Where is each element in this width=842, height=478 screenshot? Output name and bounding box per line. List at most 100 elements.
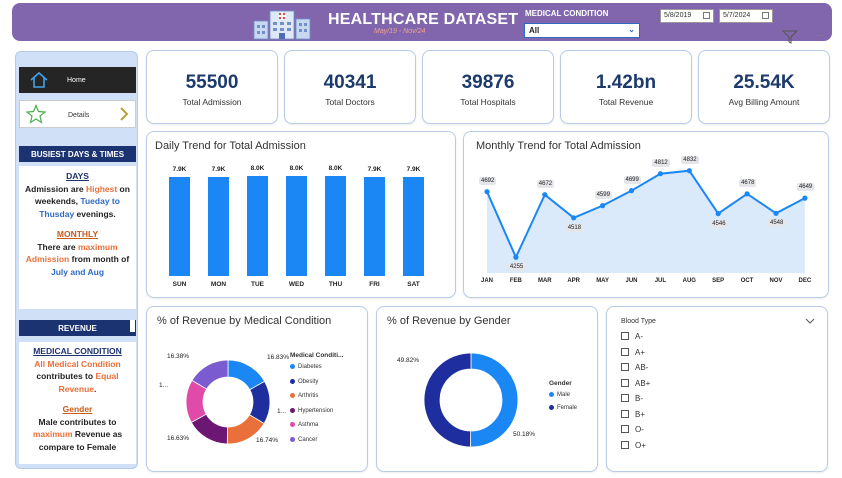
calendar-icon bbox=[762, 12, 769, 19]
legend-item-female: Female bbox=[549, 405, 577, 411]
kpi-label: Total Revenue bbox=[598, 97, 654, 107]
days-text-2: Highest bbox=[86, 183, 118, 194]
monthly-trend-panel[interactable]: Monthly Trend for Total Admission 4692 JA… bbox=[463, 131, 829, 298]
filter-icon[interactable] bbox=[782, 30, 798, 44]
chevron-down-icon[interactable] bbox=[805, 317, 815, 325]
blood-type-option[interactable]: B- bbox=[621, 394, 643, 403]
mc-text-1: All Medical Condition bbox=[34, 358, 121, 369]
kpi-label: Total Hospitals bbox=[460, 97, 516, 107]
point-value-label: 4599 bbox=[594, 190, 612, 199]
daily-trend-panel[interactable]: Daily Trend for Total Admission 7.9K SUN 7… bbox=[146, 131, 456, 298]
day-axis-label: THU bbox=[328, 281, 343, 288]
gender-heading: Gender bbox=[62, 404, 93, 414]
legend-dot-icon bbox=[290, 378, 295, 384]
month-axis-label: SEP bbox=[712, 278, 725, 284]
blood-type-option[interactable]: O+ bbox=[621, 440, 646, 450]
kpi-total-hospitals: 39876 Total Hospitals bbox=[422, 50, 554, 124]
more-options-icon[interactable]: ··· bbox=[812, 30, 825, 41]
point-value-label: 4255 bbox=[507, 263, 526, 272]
blood-type-option[interactable]: A+ bbox=[621, 347, 645, 357]
start-date-input[interactable]: 5/8/2019 bbox=[660, 9, 714, 23]
bar-thu bbox=[325, 175, 346, 276]
point-value-label: 4832 bbox=[681, 155, 699, 164]
checkbox-icon bbox=[621, 425, 629, 433]
revenue-panel: MEDICAL CONDITION All Medical Condition … bbox=[19, 342, 136, 464]
days-text-5: evenings. bbox=[76, 208, 116, 219]
end-date-input[interactable]: 5/7/2024 bbox=[719, 9, 773, 23]
point-aug bbox=[686, 168, 692, 174]
medical-condition-dropdown[interactable]: All ⌄ bbox=[524, 23, 640, 38]
busiest-days-header: BUSIEST DAYS & TIMES bbox=[19, 146, 136, 162]
legend-label: Obesity bbox=[298, 378, 319, 385]
hospital-building-icon bbox=[253, 10, 311, 40]
kpi-label: Total Doctors bbox=[325, 97, 375, 107]
revenue-gender-panel[interactable]: % of Revenue by Gender 49.82% 50.18% Gen… bbox=[376, 306, 598, 472]
bar-data-label: 8.0K bbox=[250, 164, 265, 172]
legend-dot-icon bbox=[290, 436, 295, 442]
blood-type-option[interactable]: O- bbox=[621, 425, 644, 434]
blood-type-option[interactable]: AB- bbox=[621, 363, 648, 372]
days-text-1: Admission are bbox=[25, 183, 84, 194]
medical-condition-value: All bbox=[529, 26, 540, 35]
legend-dot-icon bbox=[549, 405, 554, 410]
point-oct bbox=[744, 191, 750, 197]
point-jan bbox=[484, 189, 490, 195]
bar-mon bbox=[208, 176, 229, 276]
blood-type-title: Blood Type bbox=[621, 318, 656, 325]
slice-female bbox=[423, 352, 472, 448]
blood-type-slicer[interactable]: Blood Type A- A+ AB- AB+ B- B+ O- O+ bbox=[606, 306, 828, 472]
kpi-value: 55500 bbox=[185, 72, 239, 93]
month-axis-label: JUL bbox=[654, 278, 667, 284]
month-axis-label: JUN bbox=[625, 278, 638, 284]
start-date-value: 5/8/2019 bbox=[664, 12, 692, 19]
slice-label-hypertension: 16.63% bbox=[167, 435, 190, 442]
point-nov bbox=[773, 210, 779, 216]
month-axis-label: OCT bbox=[740, 278, 754, 284]
month-axis-label: JAN bbox=[480, 278, 493, 284]
slice-label-cancer: 16.38% bbox=[167, 353, 190, 360]
point-apr bbox=[571, 215, 577, 221]
legend-label: Cancer bbox=[298, 436, 318, 443]
mc-text-2: contributes to bbox=[36, 371, 94, 381]
legend-item-obesity: Obesity bbox=[290, 378, 319, 385]
busiest-days-panel: DAYS Admission are Highest on weekends, … bbox=[19, 166, 136, 309]
blood-type-option[interactable]: B+ bbox=[621, 409, 645, 419]
home-icon bbox=[30, 71, 48, 88]
medical-condition-label: MEDICAL CONDITION bbox=[525, 9, 609, 18]
sidebar: Home Details BUSIEST DAYS & TIMES DAYS A… bbox=[15, 51, 138, 469]
bar-wed bbox=[286, 175, 307, 276]
mc-heading: MEDICAL CONDITION bbox=[33, 346, 122, 356]
legend-dot-icon bbox=[549, 392, 554, 397]
legend-label: Diabetes bbox=[298, 364, 322, 371]
point-mar bbox=[542, 192, 548, 198]
nav-details-button[interactable]: Details bbox=[19, 100, 136, 128]
scrollbar-thumb[interactable] bbox=[130, 320, 135, 332]
month-axis-label: APR bbox=[567, 278, 581, 284]
checkbox-icon bbox=[621, 347, 629, 356]
checkbox-icon bbox=[621, 378, 629, 387]
point-value-label: 4546 bbox=[710, 219, 728, 228]
blood-type-option[interactable]: AB+ bbox=[621, 378, 651, 388]
kpi-value: 39876 bbox=[461, 72, 515, 93]
point-sep bbox=[715, 211, 721, 217]
day-axis-label: FRI bbox=[369, 281, 380, 288]
monthly-text-1: There are bbox=[37, 241, 76, 252]
kpi-value: 40341 bbox=[323, 72, 377, 93]
checkbox-icon bbox=[621, 363, 629, 371]
checkbox-icon bbox=[621, 394, 629, 402]
blood-type-option[interactable]: A- bbox=[621, 332, 643, 341]
month-axis-label: MAR bbox=[537, 278, 552, 284]
point-value-label: 4812 bbox=[652, 158, 670, 167]
point-value-label: 4518 bbox=[565, 223, 584, 232]
month-axis-label: DEC bbox=[798, 278, 812, 284]
blood-type-label: AB+ bbox=[635, 378, 651, 388]
legend-dot-icon bbox=[290, 407, 295, 413]
nav-home-button[interactable]: Home bbox=[19, 67, 136, 93]
revenue-condition-panel[interactable]: % of Revenue by Medical Condition 16.83%… bbox=[146, 306, 368, 472]
checkbox-icon bbox=[621, 440, 629, 449]
legend-item-asthma: Asthma bbox=[290, 422, 318, 428]
day-axis-label: SUN bbox=[172, 281, 187, 288]
condition-legend-title: Medical Conditi... bbox=[290, 352, 344, 359]
monthly-trend-plot: 4692 JAN 4255 FEB 4672 MAR 4518 APR 4599 MAY 4699 J… bbox=[464, 132, 830, 299]
slice-label-female: 49.82% bbox=[397, 357, 420, 364]
